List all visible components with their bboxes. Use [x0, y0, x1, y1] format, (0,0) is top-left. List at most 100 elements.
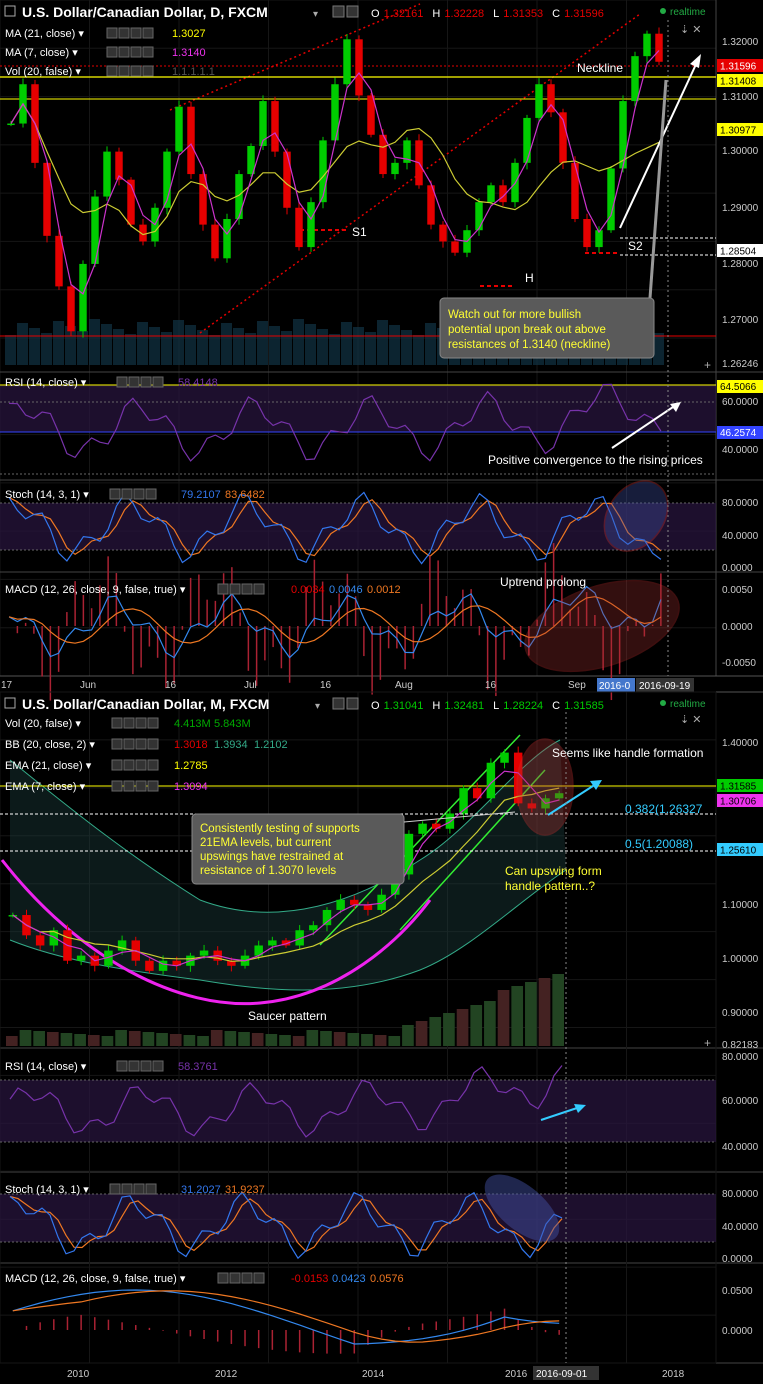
indicator-tool-icon[interactable]	[145, 488, 157, 500]
bottom-volume-bar	[115, 1030, 127, 1046]
top-volume-bar	[221, 323, 232, 365]
indicator-tool-icon[interactable]	[123, 717, 135, 729]
indicator-tool-icon[interactable]	[253, 1272, 265, 1284]
indicator-tool-icon[interactable]	[142, 27, 154, 39]
indicator-tool-icon[interactable]	[133, 488, 145, 500]
indicator-tool-icon[interactable]	[142, 65, 154, 77]
indicator-tool-icon[interactable]	[152, 1060, 164, 1072]
bottom-volume-bar	[279, 1035, 291, 1046]
top-scroll-arrows[interactable]: ⇣ ✕	[680, 24, 702, 36]
indicator-tool-icon[interactable]	[135, 738, 147, 750]
bottom-callout-line-4: resistance of 1.3070 levels	[200, 865, 336, 877]
bottom-realtime-dot	[660, 700, 666, 706]
indicator-tool-icon[interactable]	[109, 1183, 121, 1195]
top-title-dropdown-icon[interactable]: ▾	[313, 9, 318, 20]
indicator-tool-icon[interactable]	[147, 738, 159, 750]
indicator-tool-icon[interactable]	[241, 583, 253, 595]
indicator-tool-icon[interactable]	[145, 1183, 157, 1195]
bottom-candle	[336, 899, 345, 910]
indicator-tool-icon[interactable]	[152, 376, 164, 388]
bottom-plus-button[interactable]: +	[704, 1036, 711, 1050]
indicator-tool-icon[interactable]	[133, 1183, 145, 1195]
indicator-tool-icon[interactable]	[111, 717, 123, 729]
indicator-tool-icon[interactable]	[128, 376, 140, 388]
indicator-tool-icon[interactable]	[147, 759, 159, 771]
bottom-volume-bar	[19, 1030, 32, 1046]
indicator-tool-icon[interactable]	[111, 738, 123, 750]
top-candle	[223, 219, 231, 259]
top-volume-bar	[329, 334, 340, 365]
bottom-time-tick: 2016	[505, 1369, 528, 1380]
bottom-macd-v2: 0.0423	[332, 1273, 366, 1285]
bottom-volume-bar	[456, 1009, 469, 1046]
indicator-tool-icon[interactable]	[253, 583, 265, 595]
bottom-indicator-value: 1.3018	[174, 739, 208, 751]
bottom-volume-bar	[470, 1005, 483, 1046]
indicator-tool-icon[interactable]	[109, 488, 121, 500]
indicator-tool-icon[interactable]	[106, 46, 118, 58]
fib-5-label: 0.5(1.20088)	[625, 837, 693, 851]
top-price-tag-text: 1.31408	[720, 77, 757, 88]
bottom-volume-bar	[443, 1013, 455, 1046]
indicator-tool-icon[interactable]	[118, 27, 130, 39]
indicator-tool-icon[interactable]	[116, 376, 128, 388]
indicator-tool-icon[interactable]	[121, 1183, 133, 1195]
bottom-stoch-tick: 40.0000	[722, 1222, 759, 1233]
bottom-indicator-value: 1.3934	[214, 739, 248, 751]
indicator-tool-icon[interactable]	[118, 65, 130, 77]
top-rsi-value: 58.4148	[178, 377, 218, 389]
indicator-tool-icon[interactable]	[118, 46, 130, 58]
bottom-scroll-arrows[interactable]: ⇣ ✕	[680, 714, 702, 726]
indicator-tool-icon[interactable]	[140, 376, 152, 388]
bottom-title-dropdown-icon[interactable]: ▾	[315, 701, 320, 712]
bottom-volume-bar	[87, 1035, 100, 1046]
indicator-tool-icon[interactable]	[135, 780, 147, 792]
top-price-tick: 1.27000	[722, 315, 759, 326]
top-volume-bar	[293, 319, 304, 365]
top-time-tick: Jun	[80, 680, 96, 691]
indicator-tool-icon[interactable]	[130, 27, 142, 39]
indicator-tool-icon[interactable]	[229, 1272, 241, 1284]
indicator-tool-icon[interactable]	[123, 738, 135, 750]
bottom-volume-bar	[224, 1031, 237, 1046]
indicator-tool-icon[interactable]	[241, 1272, 253, 1284]
bottom-candle	[363, 904, 373, 910]
bottom-macd-tick: 0.0500	[722, 1286, 753, 1297]
indicator-tool-icon[interactable]	[142, 46, 154, 58]
bottom-volume-bar	[169, 1034, 182, 1046]
indicator-tool-icon[interactable]	[147, 717, 159, 729]
indicator-tool-icon[interactable]	[128, 1060, 140, 1072]
indicator-tool-icon[interactable]	[121, 488, 133, 500]
indicator-tool-icon[interactable]	[140, 1060, 152, 1072]
bottom-price-tick: 0.90000	[722, 1008, 759, 1019]
top-volume-bar	[317, 329, 328, 365]
indicator-tool-icon[interactable]	[116, 1060, 128, 1072]
indicator-tool-icon[interactable]	[130, 65, 142, 77]
bottom-candle	[377, 894, 386, 910]
bottom-volume-bar	[497, 990, 510, 1046]
top-time-tag-text: 2016-0	[599, 681, 631, 692]
top-candle	[283, 151, 291, 208]
indicator-tool-icon[interactable]	[111, 780, 123, 792]
indicator-tool-icon[interactable]	[123, 759, 135, 771]
top-callout-line-1: Watch out for more bullish	[448, 309, 581, 321]
top-candle	[535, 84, 543, 118]
indicator-tool-icon[interactable]	[217, 583, 229, 595]
indicator-tool-icon[interactable]	[130, 46, 142, 58]
h-label: H	[525, 271, 534, 285]
indicator-tool-icon[interactable]	[135, 759, 147, 771]
bottom-indicator-label: Vol (20, false) ▾	[5, 718, 81, 730]
indicator-tool-icon[interactable]	[229, 583, 241, 595]
indicator-tool-icon[interactable]	[123, 780, 135, 792]
top-price-tick: 1.26246	[722, 359, 759, 370]
bottom-stoch-d-value: 31.9237	[225, 1184, 265, 1196]
indicator-tool-icon[interactable]	[111, 759, 123, 771]
indicator-tool-icon[interactable]	[106, 27, 118, 39]
indicator-tool-icon[interactable]	[217, 1272, 229, 1284]
indicator-tool-icon[interactable]	[135, 717, 147, 729]
indicator-tool-icon[interactable]	[147, 780, 159, 792]
top-volume-bar	[389, 325, 400, 365]
indicator-tool-icon[interactable]	[106, 65, 118, 77]
bottom-price-tag-text: 1.30706	[720, 797, 757, 808]
top-plus-button[interactable]: +	[704, 358, 711, 372]
